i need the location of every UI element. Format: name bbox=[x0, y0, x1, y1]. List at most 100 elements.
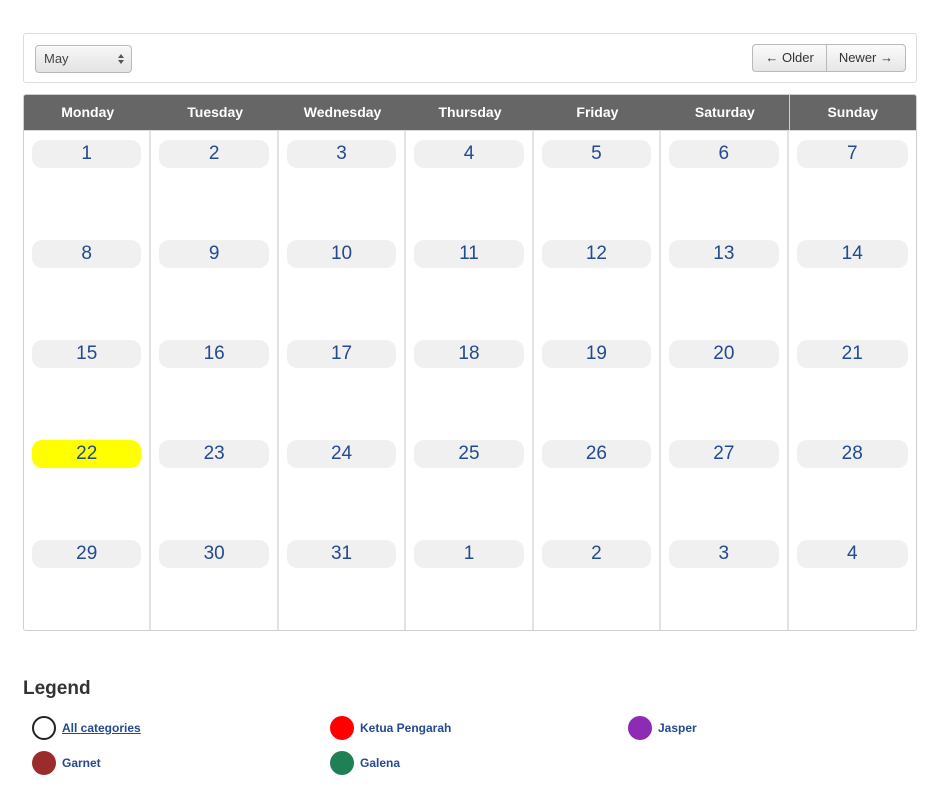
day-number[interactable]: 28 bbox=[796, 440, 908, 468]
legend-dot-dark-red bbox=[32, 751, 56, 775]
day-cell-today[interactable]: 22 bbox=[24, 431, 152, 531]
legend-link-all-categories[interactable]: All categories bbox=[62, 721, 141, 735]
legend-link-garnet[interactable]: Garnet bbox=[62, 756, 101, 770]
day-cell[interactable]: 8 bbox=[24, 231, 152, 331]
legend-dot-green bbox=[330, 751, 354, 775]
today-day-number[interactable]: 22 bbox=[32, 440, 142, 468]
legend-item-galena: Galena bbox=[330, 750, 400, 776]
day-cell[interactable]: 1 bbox=[24, 131, 152, 231]
day-number[interactable]: 17 bbox=[286, 340, 397, 368]
day-number[interactable]: 30 bbox=[159, 540, 269, 568]
day-cell[interactable]: 18 bbox=[406, 331, 534, 431]
weekday-wednesday: Wednesday bbox=[303, 104, 382, 120]
week-row-1: 1 2 3 4 5 6 7 bbox=[24, 130, 916, 231]
day-cell[interactable]: 5 bbox=[533, 131, 662, 231]
pagination-buttons: ← Older Newer → bbox=[752, 44, 906, 72]
newer-button[interactable]: Newer → bbox=[825, 45, 905, 71]
calendar-toolbar: May ← Older Newer → bbox=[23, 33, 917, 83]
day-number[interactable]: 12 bbox=[541, 240, 652, 268]
day-cell[interactable]: 15 bbox=[24, 331, 152, 431]
week-row-4: 22 23 24 25 26 27 28 bbox=[24, 430, 916, 531]
day-number[interactable]: 7 bbox=[796, 140, 908, 168]
day-cell[interactable]: 21 bbox=[788, 331, 916, 431]
day-number[interactable]: 9 bbox=[159, 240, 269, 268]
day-cell[interactable]: 3 bbox=[278, 131, 407, 231]
day-number[interactable]: 6 bbox=[669, 140, 779, 168]
day-cell[interactable]: 16 bbox=[151, 331, 279, 431]
day-number[interactable]: 26 bbox=[541, 440, 652, 468]
older-button[interactable]: ← Older bbox=[753, 45, 825, 71]
day-cell[interactable]: 4 bbox=[406, 131, 534, 231]
weekday-friday: Friday bbox=[576, 104, 619, 120]
day-number[interactable]: 25 bbox=[414, 440, 524, 468]
day-number[interactable]: 18 bbox=[414, 340, 524, 368]
day-cell[interactable]: 25 bbox=[406, 431, 534, 531]
day-number[interactable]: 4 bbox=[414, 140, 524, 168]
day-cell[interactable]: 28 bbox=[788, 431, 916, 531]
month-select[interactable]: May bbox=[35, 45, 132, 73]
day-cell-next-month[interactable]: 1 bbox=[406, 531, 534, 630]
day-cell[interactable]: 24 bbox=[278, 431, 407, 531]
day-number[interactable]: 29 bbox=[32, 540, 142, 568]
day-number[interactable]: 23 bbox=[159, 440, 269, 468]
day-cell[interactable]: 7 bbox=[788, 131, 916, 231]
legend-title: Legend bbox=[23, 678, 91, 699]
day-cell[interactable]: 6 bbox=[661, 131, 789, 231]
day-cell[interactable]: 27 bbox=[661, 431, 789, 531]
day-number[interactable]: 3 bbox=[286, 140, 397, 168]
legend-link-galena[interactable]: Galena bbox=[360, 756, 400, 770]
day-number[interactable]: 2 bbox=[541, 540, 652, 568]
day-number[interactable]: 20 bbox=[669, 340, 779, 368]
day-cell[interactable]: 29 bbox=[24, 531, 152, 630]
day-number[interactable]: 24 bbox=[286, 440, 397, 468]
day-cell[interactable]: 20 bbox=[661, 331, 789, 431]
day-number[interactable]: 11 bbox=[414, 240, 524, 268]
day-cell[interactable]: 12 bbox=[533, 231, 662, 331]
day-cell-next-month[interactable]: 3 bbox=[661, 531, 789, 630]
day-cell[interactable]: 13 bbox=[661, 231, 789, 331]
day-number[interactable]: 10 bbox=[286, 240, 397, 268]
day-cell[interactable]: 14 bbox=[788, 231, 916, 331]
day-cell[interactable]: 30 bbox=[151, 531, 279, 630]
day-number[interactable]: 4 bbox=[796, 540, 908, 568]
day-number[interactable]: 1 bbox=[414, 540, 524, 568]
legend-link-jasper[interactable]: Jasper bbox=[658, 721, 697, 735]
day-cell[interactable]: 10 bbox=[278, 231, 407, 331]
weekday-header: Monday Tuesday Wednesday Thursday Friday… bbox=[24, 95, 916, 130]
day-number[interactable]: 2 bbox=[159, 140, 269, 168]
legend-link-ketua-pengarah[interactable]: Ketua Pengarah bbox=[360, 721, 451, 735]
day-number[interactable]: 5 bbox=[541, 140, 652, 168]
day-number[interactable]: 13 bbox=[669, 240, 779, 268]
day-number[interactable]: 15 bbox=[32, 340, 142, 368]
day-cell[interactable]: 19 bbox=[533, 331, 662, 431]
day-number[interactable]: 27 bbox=[669, 440, 779, 468]
month-calendar: Monday Tuesday Wednesday Thursday Friday… bbox=[23, 94, 917, 631]
day-number[interactable]: 14 bbox=[796, 240, 908, 268]
legend-item-garnet: Garnet bbox=[32, 750, 101, 776]
day-cell[interactable]: 2 bbox=[151, 131, 279, 231]
day-cell-next-month[interactable]: 4 bbox=[788, 531, 916, 630]
day-number[interactable]: 16 bbox=[159, 340, 269, 368]
week-row-5: 29 30 31 1 2 3 4 bbox=[24, 530, 916, 630]
legend-dot-red bbox=[330, 716, 354, 740]
day-number[interactable]: 19 bbox=[541, 340, 652, 368]
day-cell[interactable]: 23 bbox=[151, 431, 279, 531]
day-number[interactable]: 3 bbox=[669, 540, 779, 568]
day-cell[interactable]: 11 bbox=[406, 231, 534, 331]
day-cell[interactable]: 26 bbox=[533, 431, 662, 531]
day-number[interactable]: 1 bbox=[32, 140, 142, 168]
day-cell-next-month[interactable]: 2 bbox=[533, 531, 662, 630]
day-number[interactable]: 8 bbox=[32, 240, 142, 268]
day-cell[interactable]: 31 bbox=[278, 531, 407, 630]
legend-item-all-categories: All categories bbox=[32, 715, 141, 741]
week-row-2: 8 9 10 11 12 13 14 bbox=[24, 230, 916, 331]
weekday-tuesday: Tuesday bbox=[187, 104, 244, 120]
weekday-monday: Monday bbox=[61, 104, 115, 120]
day-number[interactable]: 31 bbox=[286, 540, 397, 568]
month-select-value: May bbox=[44, 51, 69, 66]
day-number[interactable]: 21 bbox=[796, 340, 908, 368]
day-cell[interactable]: 9 bbox=[151, 231, 279, 331]
select-arrows-icon bbox=[118, 54, 124, 64]
day-cell[interactable]: 17 bbox=[278, 331, 407, 431]
legend-item-jasper: Jasper bbox=[628, 715, 697, 741]
